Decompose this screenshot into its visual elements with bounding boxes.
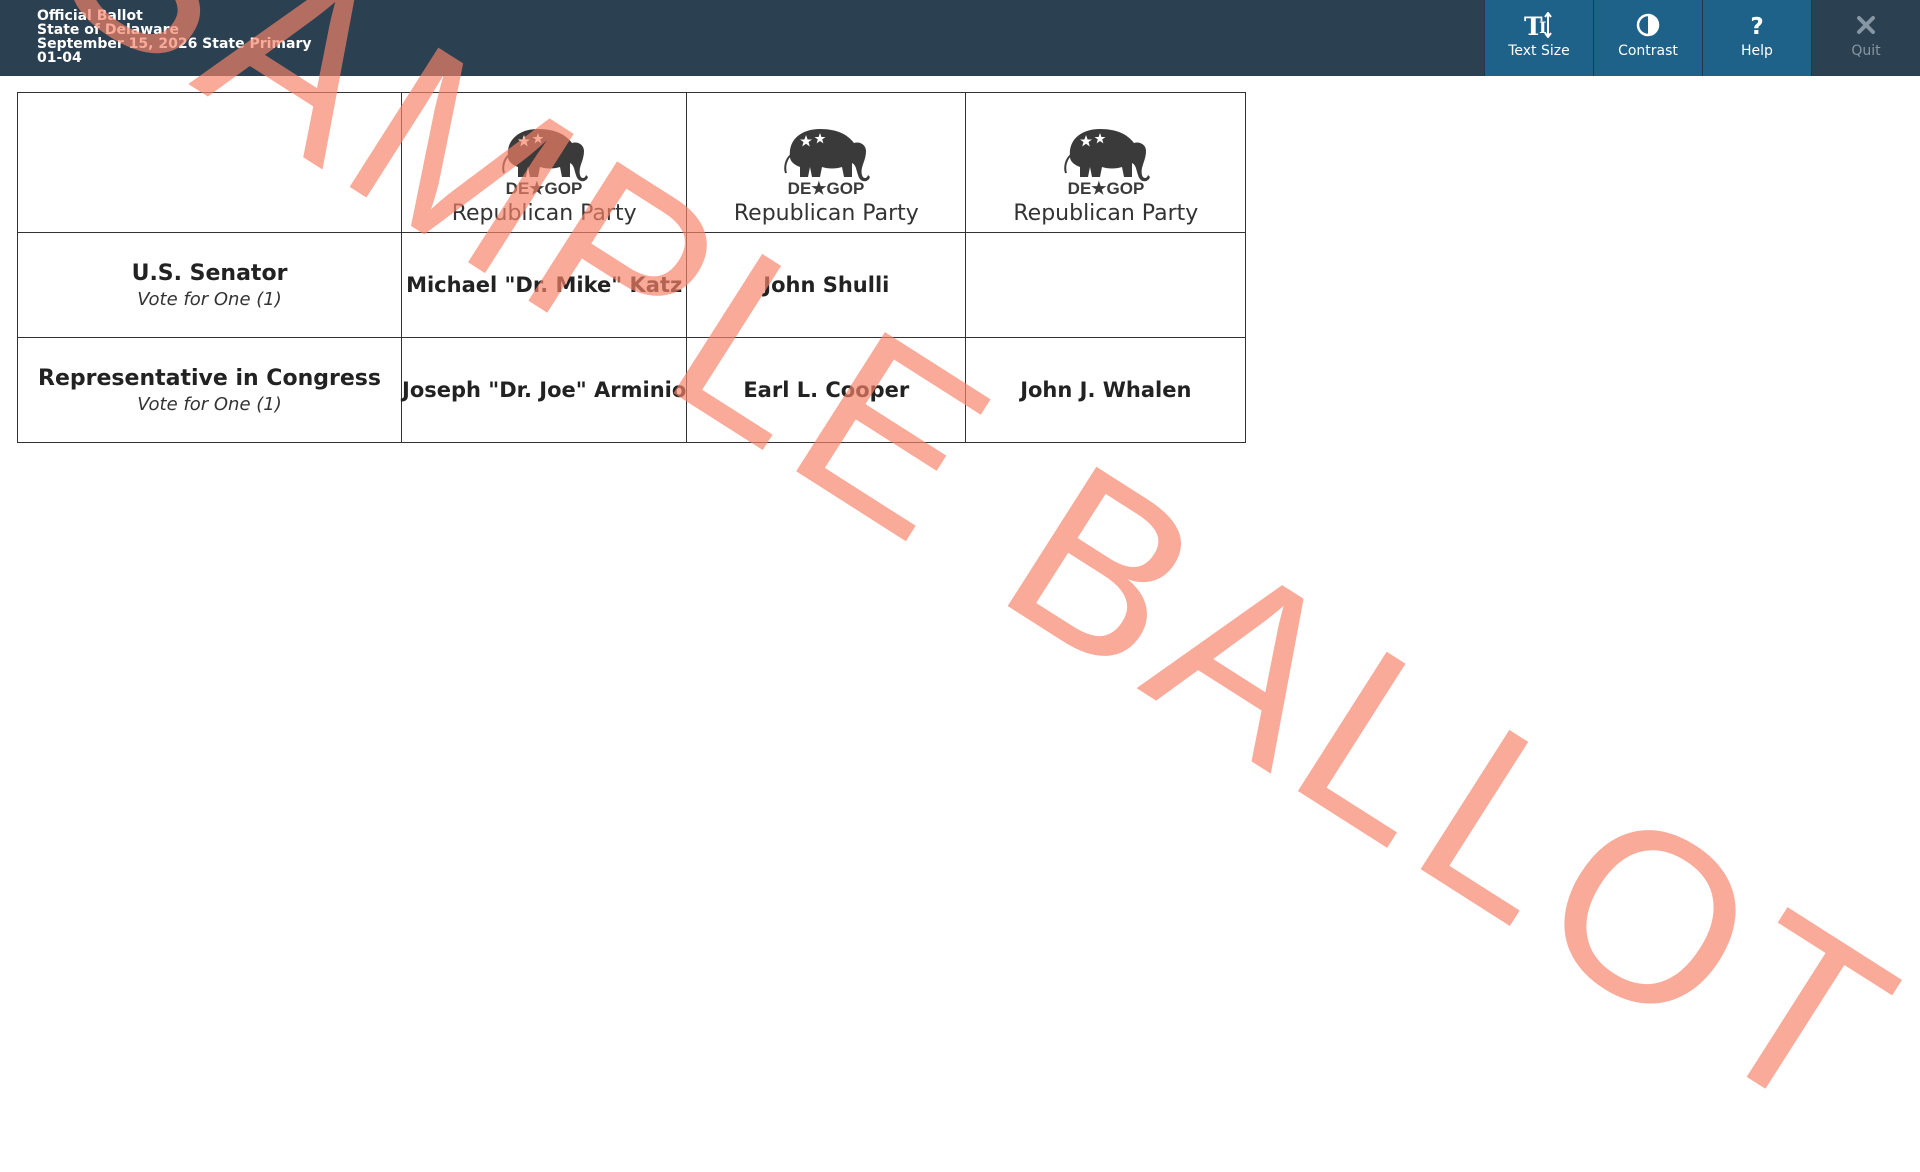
- contest-row-representative: Representative in Congress Vote for One …: [17, 337, 1247, 443]
- office-title: Representative in Congress: [38, 365, 381, 391]
- corner-cell: [17, 92, 402, 233]
- candidate-name: Joseph "Dr. Joe" Arminio: [402, 378, 687, 402]
- candidate-cell[interactable]: Joseph "Dr. Joe" Arminio: [400, 337, 688, 443]
- contrast-label: Contrast: [1618, 43, 1678, 59]
- gop-elephant-icon: DE★GOP: [1060, 121, 1152, 201]
- help-label: Help: [1741, 43, 1773, 59]
- contrast-icon: [1636, 12, 1660, 38]
- ballot-grid: DE★GOP Republican Party DE★GOP Republica…: [17, 92, 1247, 443]
- help-button[interactable]: ? Help: [1702, 0, 1811, 76]
- candidate-name: John J. Whalen: [1020, 378, 1192, 402]
- contest-title-cell: U.S. Senator Vote for One (1): [17, 232, 402, 338]
- party-name: Republican Party: [733, 201, 919, 226]
- svg-text:?: ?: [1750, 14, 1763, 37]
- party-logo-text: DE★GOP: [1067, 179, 1144, 197]
- party-name: Republican Party: [1013, 201, 1199, 226]
- quit-label: Quit: [1851, 43, 1881, 59]
- candidate-name: Earl L. Cooper: [743, 378, 910, 402]
- vote-for-label: Vote for One (1): [137, 288, 282, 310]
- party-column-header: DE★GOP Republican Party: [965, 92, 1247, 233]
- gop-elephant-icon: DE★GOP: [780, 121, 872, 201]
- party-name: Republican Party: [451, 201, 637, 226]
- party-logo-text: DE★GOP: [788, 179, 865, 197]
- contrast-button[interactable]: Contrast: [1593, 0, 1702, 76]
- candidate-name: John Shulli: [763, 273, 890, 297]
- empty-candidate-cell: [965, 232, 1247, 338]
- ballot-info: Official Ballot State of Delaware Septem…: [37, 9, 312, 65]
- party-logo-text: DE★GOP: [506, 179, 583, 197]
- vote-for-label: Vote for One (1): [137, 393, 282, 415]
- help-icon: ?: [1747, 12, 1767, 38]
- contest-title-cell: Representative in Congress Vote for One …: [17, 337, 402, 443]
- gop-elephant-icon: DE★GOP: [498, 121, 590, 201]
- quit-button[interactable]: Quit: [1811, 0, 1920, 76]
- party-column-header: DE★GOP Republican Party: [686, 92, 967, 233]
- election-name: September 15, 2026 State Primary: [37, 36, 312, 52]
- toolbar: T I Text Size Contrast ? Help Quit: [1484, 0, 1920, 76]
- office-title: U.S. Senator: [131, 260, 288, 286]
- party-column-header: DE★GOP Republican Party: [400, 92, 688, 233]
- candidate-cell[interactable]: Earl L. Cooper: [686, 337, 967, 443]
- candidate-cell[interactable]: John J. Whalen: [965, 337, 1247, 443]
- precinct-code: 01-04: [37, 50, 82, 66]
- app-header: Official Ballot State of Delaware Septem…: [0, 0, 1920, 76]
- text-size-label: Text Size: [1508, 43, 1570, 59]
- contest-row-us-senator: U.S. Senator Vote for One (1) Michael "D…: [17, 232, 1247, 338]
- candidate-cell[interactable]: John Shulli: [686, 232, 967, 338]
- text-size-icon: T I: [1524, 12, 1554, 38]
- close-icon: [1856, 12, 1876, 38]
- text-size-button[interactable]: T I Text Size: [1484, 0, 1593, 76]
- ballot-state: State of Delaware: [37, 22, 180, 38]
- ballot-type: Official Ballot: [37, 8, 143, 24]
- candidate-name: Michael "Dr. Mike" Katz: [406, 273, 683, 297]
- party-header-row: DE★GOP Republican Party DE★GOP Republica…: [17, 92, 1247, 233]
- candidate-cell[interactable]: Michael "Dr. Mike" Katz: [400, 232, 688, 338]
